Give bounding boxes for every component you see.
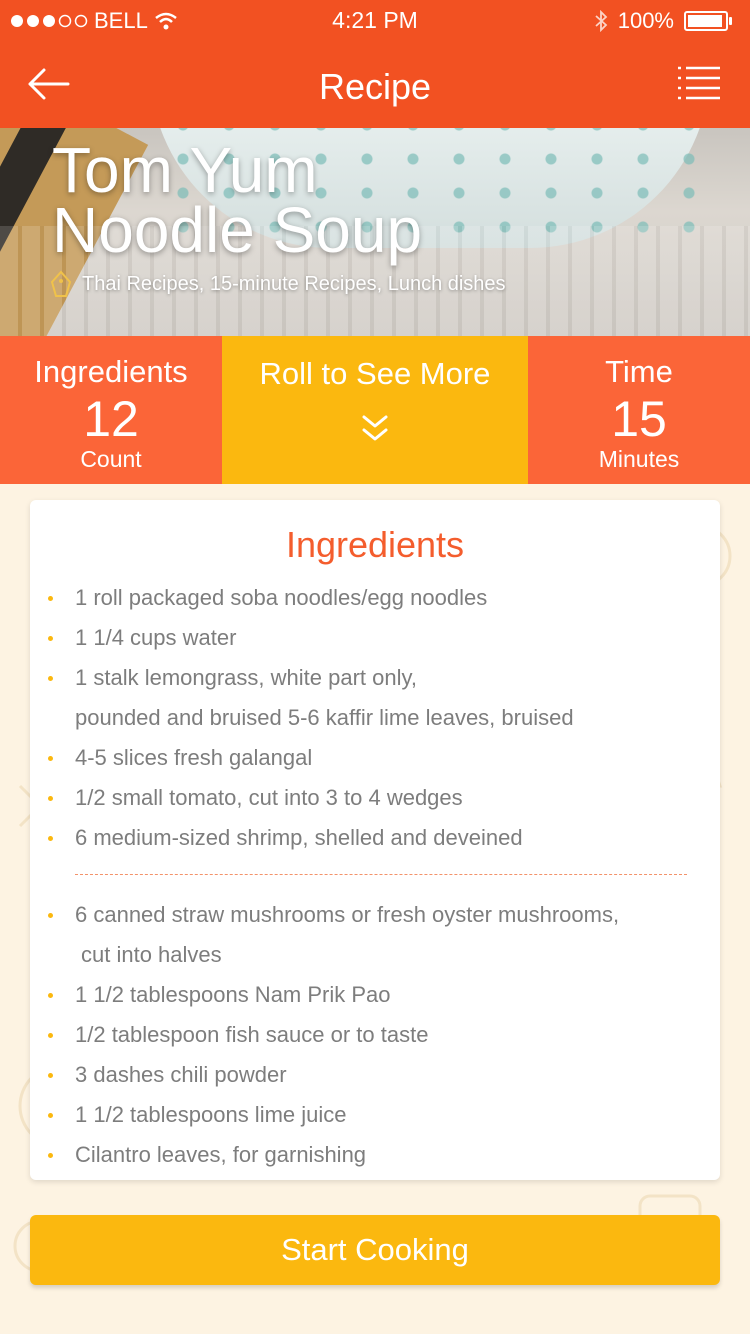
time-stat-label: Time <box>605 354 673 389</box>
ingredient-text: 6 medium-sized shrimp, shelled and devei… <box>75 825 523 850</box>
categories-text: Thai Recipes, 15-minute Recipes, Lunch d… <box>82 272 506 295</box>
list-item: 1 1/2 tablespoons Nam Prik Pao <box>30 975 720 1015</box>
ingredient-text: 1/2 tablespoon fish sauce or to taste <box>75 1022 429 1047</box>
bullet-icon <box>48 676 53 681</box>
ingredient-text: Cilantro leaves, for garnishing <box>75 1142 367 1167</box>
ingredients-count-stat: Ingredients 12 Count <box>0 336 222 484</box>
bluetooth-icon <box>595 10 608 32</box>
list-item: 1 1/4 cups water <box>30 618 720 658</box>
ingredients-stat-value: 12 <box>83 391 139 447</box>
list-menu-icon <box>678 66 720 100</box>
start-cooking-label: Start Cooking <box>281 1232 469 1267</box>
ingredient-text: 1 roll packaged soba noodles/egg noodles <box>75 585 488 610</box>
menu-button[interactable] <box>678 64 724 104</box>
bullet-icon <box>48 1033 53 1038</box>
battery-icon <box>684 11 732 31</box>
bullet-icon <box>48 636 53 641</box>
ingredient-text: 4-5 slices fresh galangal <box>75 745 313 770</box>
recipe-hero: Tom Yum Noodle Soup Thai Recipes, 15-min… <box>0 128 750 336</box>
bullet-icon <box>48 1153 53 1158</box>
time-stat-value: 15 <box>611 391 667 447</box>
ingredients-list-2: 6 canned straw mushrooms or fresh oyster… <box>30 895 720 1175</box>
ingredients-card: Ingredients 1 roll packaged soba noodles… <box>30 500 720 1180</box>
list-item: 6 medium-sized shrimp, shelled and devei… <box>30 818 720 858</box>
recipe-categories: Thai Recipes, 15-minute Recipes, Lunch d… <box>50 270 506 298</box>
bullet-icon <box>48 913 53 918</box>
list-item-continued: pounded and bruised 5-6 kaffir lime leav… <box>30 698 720 738</box>
time-stat: Time 15 Minutes <box>528 336 750 484</box>
bullet-icon <box>48 596 53 601</box>
bullet-icon <box>48 796 53 801</box>
list-item: 1 roll packaged soba noodles/egg noodles <box>30 578 720 618</box>
list-item-continued: cut into halves <box>30 935 720 975</box>
ingredients-title: Ingredients <box>285 524 465 565</box>
list-item: 1 1/2 tablespoons lime juice <box>30 1095 720 1135</box>
start-cooking-button[interactable]: Start Cooking <box>30 1215 720 1285</box>
battery-percent: 100% <box>617 8 674 33</box>
ingredient-text: pounded and bruised 5-6 kaffir lime leav… <box>75 705 574 730</box>
bullet-icon <box>48 1073 53 1078</box>
bullet-icon <box>48 756 53 761</box>
ingredients-list-1: 1 roll packaged soba noodles/egg noodles… <box>30 578 720 858</box>
list-item: Cilantro leaves, for garnishing <box>30 1135 720 1175</box>
double-chevron-down-icon <box>362 415 388 441</box>
ingredient-text: 6 canned straw mushrooms or fresh oyster… <box>75 902 620 927</box>
list-item: 1/2 tablespoon fish sauce or to taste <box>30 1015 720 1055</box>
ingredient-text: 1/2 small tomato, cut into 3 to 4 wedges <box>75 785 463 810</box>
bullet-icon <box>48 1113 53 1118</box>
ingredient-text: 3 dashes chili powder <box>75 1062 287 1087</box>
dashed-divider <box>75 874 687 875</box>
ingredients-stat-unit: Count <box>80 446 142 472</box>
ingredients-stat-label: Ingredients <box>34 354 188 389</box>
nav-bar: Recipe <box>0 40 750 128</box>
status-right: 100% <box>594 8 732 34</box>
recipe-stats: Ingredients 12 Count Roll to See More Ti… <box>0 336 750 484</box>
ingredient-text: 1 1/4 cups water <box>75 625 237 650</box>
list-item: 3 dashes chili powder <box>30 1055 720 1095</box>
ingredient-text: 1 1/2 tablespoons lime juice <box>75 1102 347 1127</box>
ingredient-text: 1 1/2 tablespoons Nam Prik Pao <box>75 982 391 1007</box>
status-bar: BELL 4:21 PM 100% <box>0 0 750 40</box>
ingredient-text: 1 stalk lemongrass, white part only, <box>75 665 417 690</box>
list-item: 1/2 small tomato, cut into 3 to 4 wedges <box>30 778 720 818</box>
roll-to-see-more[interactable]: Roll to See More <box>222 336 528 484</box>
roll-label: Roll to See More <box>259 356 491 391</box>
tag-icon <box>50 270 72 297</box>
ingredient-text: cut into halves <box>81 942 222 967</box>
page-title: Recipe <box>318 66 432 107</box>
list-item: 4-5 slices fresh galangal <box>30 738 720 778</box>
time-stat-unit: Minutes <box>598 446 680 472</box>
recipe-title: Tom Yum Noodle Soup <box>52 134 423 266</box>
bullet-icon <box>48 836 53 841</box>
list-item: 6 canned straw mushrooms or fresh oyster… <box>30 895 720 935</box>
list-item: 1 stalk lemongrass, white part only, <box>30 658 720 698</box>
bullet-icon <box>48 993 53 998</box>
